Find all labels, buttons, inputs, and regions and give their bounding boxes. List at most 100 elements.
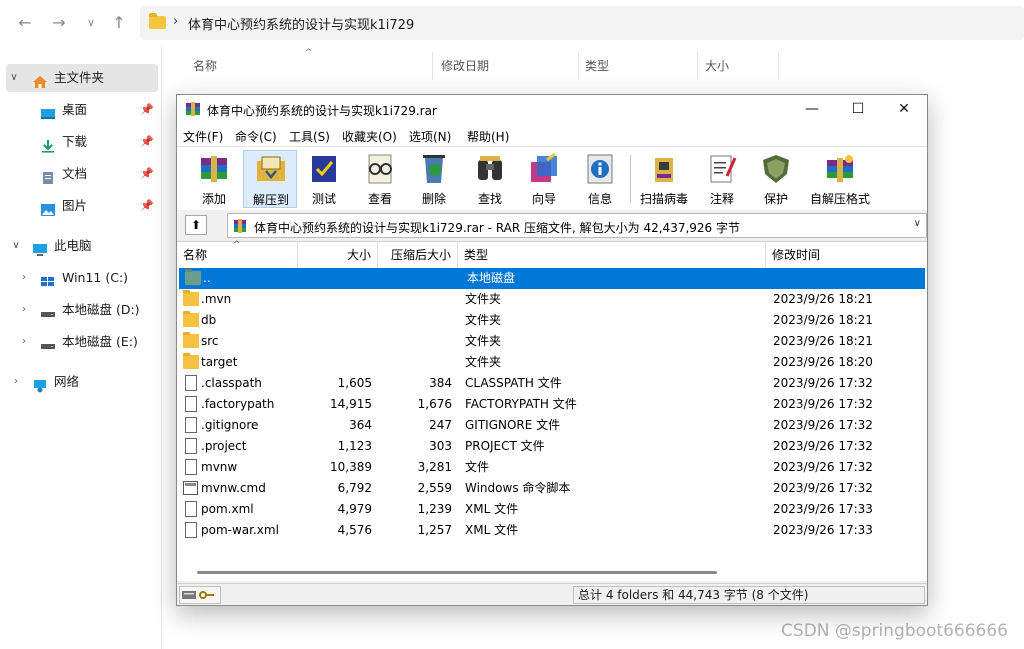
extract-to-label: 解压到 — [252, 193, 289, 207]
winrar-window: 体育中心预约系统的设计与实现k1i729.rar — ☐ ✕ 文件(F) 命令(… — [176, 94, 928, 606]
find-binoculars-icon — [473, 152, 507, 186]
comment-icon — [705, 152, 739, 186]
file-size: 1,123 — [337, 439, 372, 453]
virus-scan-button[interactable]: 扫描病毒 — [637, 150, 691, 208]
close-icon[interactable]: ✕ — [881, 95, 927, 124]
sidebar-item-drive-e[interactable]: › 本地磁盘 (E:) — [0, 328, 160, 356]
info-button[interactable]: 信息 — [573, 150, 627, 208]
column-header-type[interactable]: 类型 — [585, 52, 609, 80]
sidebar-label: 本地磁盘 (D:) — [62, 302, 140, 317]
maximize-icon[interactable]: ☐ — [835, 95, 881, 124]
delete-icon — [417, 152, 451, 186]
column-separator[interactable] — [578, 52, 579, 80]
column-separator[interactable] — [697, 52, 698, 80]
title-bar[interactable]: 体育中心预约系统的设计与实现k1i729.rar — ☐ ✕ — [177, 95, 927, 124]
sidebar-item-downloads[interactable]: 下载 📌 — [0, 128, 160, 156]
scrollbar-thumb[interactable] — [197, 571, 717, 574]
menu-file[interactable]: 文件(F) — [183, 128, 223, 145]
drive-key-icon[interactable] — [179, 586, 221, 604]
info-label: 信息 — [587, 192, 612, 206]
view-button[interactable]: 查看 — [353, 150, 407, 208]
file-modified: 2023/9/26 17:33 — [773, 523, 873, 537]
menu-tools[interactable]: 工具(S) — [289, 128, 330, 145]
chevron-down-icon[interactable]: ∨ — [914, 218, 921, 229]
forward-arrow-icon[interactable]: → — [48, 12, 70, 34]
file-row[interactable]: pom-war.xml 4,576 1,257 XML 文件 2023/9/26 17:… — [177, 520, 927, 541]
up-folder-icon[interactable]: ⬆ — [185, 215, 207, 235]
file-modified: 2023/9/26 17:32 — [773, 460, 873, 474]
recent-chevron-icon[interactable]: ∨ — [80, 12, 102, 34]
sidebar-item-documents[interactable]: 文档 📌 — [0, 160, 160, 188]
comment-label: 注释 — [709, 192, 734, 206]
file-row[interactable]: target 文件夹 2023/9/26 18:20 — [177, 352, 927, 373]
file-row[interactable]: mvnw.cmd 6,792 2,559 Windows 命令脚本 2023/9/26 … — [177, 478, 927, 499]
add-archive-icon — [197, 152, 231, 186]
expand-chevron-icon[interactable]: › — [18, 296, 30, 324]
comment-button[interactable]: 注释 — [695, 150, 749, 208]
column-header-packed[interactable]: 压缩后大小 — [378, 242, 458, 268]
file-row[interactable]: pom.xml 4,979 1,239 XML 文件 2023/9/26 17:33 — [177, 499, 927, 520]
expand-chevron-icon[interactable]: › — [18, 264, 30, 292]
sidebar-item-network[interactable]: › 网络 — [0, 368, 160, 396]
expand-chevron-icon[interactable]: ∨ — [10, 232, 22, 260]
home-icon — [32, 71, 47, 88]
pin-icon[interactable]: 📌 — [140, 128, 154, 156]
column-header-name[interactable]: 名称 — [193, 52, 217, 80]
up-arrow-icon[interactable]: ↑ — [108, 12, 130, 34]
file-row[interactable]: .mvn 文件夹 2023/9/26 18:21 — [177, 289, 927, 310]
pin-icon[interactable]: 📌 — [140, 192, 154, 220]
file-size: 4,979 — [337, 502, 372, 516]
column-header-modified[interactable]: 修改时间 — [766, 242, 927, 268]
add-button[interactable]: 添加 — [187, 150, 241, 208]
column-header-date[interactable]: 修改日期 — [441, 52, 489, 80]
file-row[interactable]: .factorypath 14,915 1,676 FACTORYPATH 文件 202… — [177, 394, 927, 415]
minimize-icon[interactable]: — — [789, 95, 835, 124]
file-row[interactable]: mvnw 10,389 3,281 文件 2023/9/26 17:32 — [177, 457, 927, 478]
wizard-button[interactable]: 向导 — [517, 150, 571, 208]
address-bar[interactable]: › 体育中心预约系统的设计与实现k1i729 — [140, 6, 1024, 40]
column-header-type[interactable]: 类型 — [458, 242, 766, 268]
back-arrow-icon[interactable]: ← — [14, 12, 36, 34]
sidebar-item-desktop[interactable]: 桌面 📌 — [0, 96, 160, 124]
pin-icon[interactable]: 📌 — [140, 96, 154, 124]
menu-help[interactable]: 帮助(H) — [467, 128, 509, 145]
sidebar-item-pictures[interactable]: 图片 📌 — [0, 192, 160, 220]
view-label: 查看 — [367, 192, 392, 206]
expand-chevron-icon[interactable]: › — [10, 368, 22, 396]
sidebar-item-drive-d[interactable]: › 本地磁盘 (D:) — [0, 296, 160, 324]
column-header-size[interactable]: 大小 — [705, 52, 729, 80]
windows-drive-icon — [40, 271, 55, 286]
menu-favorites[interactable]: 收藏夹(O) — [342, 128, 397, 145]
file-row[interactable]: .project 1,123 303 PROJECT 文件 2023/9/26 17:3… — [177, 436, 927, 457]
menu-options[interactable]: 选项(N) — [409, 128, 451, 145]
extract-to-button[interactable]: 解压到 — [243, 150, 297, 208]
virus-scan-icon — [647, 152, 681, 186]
sidebar-label: 图片 — [62, 198, 88, 213]
expand-chevron-icon[interactable]: ∨ — [8, 64, 20, 92]
archive-path-combo[interactable]: 体育中心预约系统的设计与实现k1i729.rar - RAR 压缩文件, 解包大… — [227, 213, 927, 238]
chevron-right-icon: › — [173, 14, 179, 29]
file-row[interactable]: .classpath 1,605 384 CLASSPATH 文件 2023/9/26 … — [177, 373, 927, 394]
delete-button[interactable]: 删除 — [407, 150, 461, 208]
file-row[interactable]: src 文件夹 2023/9/26 18:21 — [177, 331, 927, 352]
protect-button[interactable]: 保护 — [749, 150, 803, 208]
column-header-size[interactable]: 大小 — [298, 242, 378, 268]
sfx-button[interactable]: 自解压格式 — [803, 150, 877, 208]
parent-folder-row[interactable]: .. 本地磁盘 — [179, 268, 925, 289]
expand-chevron-icon[interactable]: › — [18, 328, 30, 356]
add-label: 添加 — [201, 192, 226, 206]
column-separator[interactable] — [778, 52, 779, 80]
test-button[interactable]: 测试 — [297, 150, 351, 208]
file-name: .factorypath — [201, 397, 275, 411]
sidebar-item-this-pc[interactable]: ∨ 此电脑 — [0, 232, 160, 260]
file-row[interactable]: .gitignore 364 247 GITIGNORE 文件 2023/9/26 17… — [177, 415, 927, 436]
horizontal-scrollbar[interactable] — [177, 560, 927, 580]
pin-icon[interactable]: 📌 — [140, 160, 154, 188]
column-separator[interactable] — [432, 52, 433, 80]
sidebar-item-home[interactable]: ∨ 主文件夹 — [6, 64, 158, 92]
file-row[interactable]: db 文件夹 2023/9/26 18:21 — [177, 310, 927, 331]
menu-commands[interactable]: 命令(C) — [235, 128, 277, 145]
sidebar-item-drive-c[interactable]: › Win11 (C:) — [0, 264, 160, 292]
path-bar: ⬆ 体育中心预约系统的设计与实现k1i729.rar - RAR 压缩文件, 解… — [177, 210, 927, 240]
find-button[interactable]: 查找 — [463, 150, 517, 208]
